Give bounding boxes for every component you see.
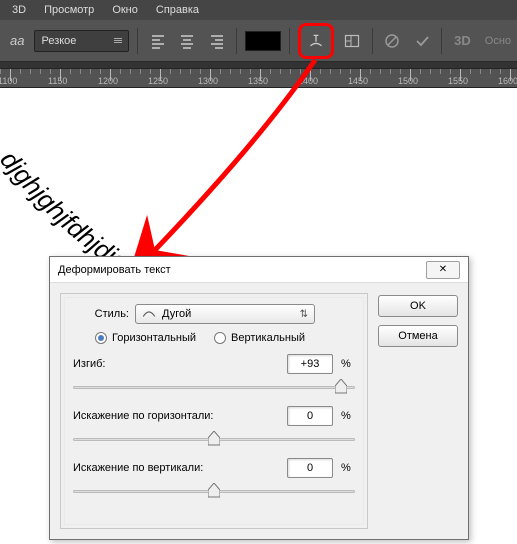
separator: [289, 28, 290, 54]
separator: [441, 28, 442, 54]
separator: [372, 28, 373, 54]
hdist-slider[interactable]: [73, 432, 355, 446]
panels-toggle-button[interactable]: [340, 28, 363, 54]
align-left-button[interactable]: [146, 28, 169, 54]
arc-style-icon: [142, 309, 156, 319]
align-right-button[interactable]: [205, 28, 228, 54]
vdist-label: Искажение по вертикали:: [73, 462, 279, 474]
menu-bar: 3D Просмотр Окно Справка: [0, 0, 517, 20]
hdist-label: Искажение по горизонтали:: [73, 410, 279, 422]
horizontal-ruler[interactable]: 1050110011501200125013001350140014501500…: [0, 68, 517, 88]
orientation-vertical-label: Вертикальный: [231, 332, 305, 344]
style-dropdown[interactable]: Дугой ⇅: [135, 304, 315, 324]
antialias-icon: aа: [6, 33, 28, 48]
close-icon: ✕: [439, 264, 447, 275]
cancel-dialog-button[interactable]: Отмена: [378, 325, 458, 347]
radio-icon: [214, 332, 226, 344]
options-extra: Осно: [481, 35, 511, 47]
dialog-options-panel: Стиль: Дугой ⇅ Горизонтальный Вертикальн…: [60, 293, 368, 529]
warp-text-highlight: [298, 23, 334, 59]
dialog-close-button[interactable]: ✕: [426, 261, 460, 279]
chevron-updown-icon: ⇅: [300, 309, 308, 320]
percent-label: %: [341, 462, 355, 474]
orientation-vertical-radio[interactable]: Вертикальный: [214, 332, 305, 344]
bend-label: Изгиб:: [73, 358, 279, 370]
text-color-swatch[interactable]: [245, 31, 281, 51]
menu-view[interactable]: Просмотр: [44, 4, 94, 16]
warp-text-button[interactable]: [303, 28, 329, 54]
percent-label: %: [341, 410, 355, 422]
slider-thumb[interactable]: [209, 484, 219, 498]
separator: [236, 28, 237, 54]
threeD-button[interactable]: 3D: [450, 33, 475, 48]
ok-button[interactable]: OK: [378, 295, 458, 317]
bend-input[interactable]: +93: [287, 354, 333, 374]
style-label: Стиль:: [73, 308, 129, 320]
orientation-horizontal-label: Горизонтальный: [112, 332, 196, 344]
orientation-horizontal-radio[interactable]: Горизонтальный: [95, 332, 196, 344]
dialog-titlebar[interactable]: Деформировать текст ✕: [50, 257, 468, 283]
separator: [137, 28, 138, 54]
slider-thumb[interactable]: [209, 432, 219, 446]
percent-label: %: [341, 358, 355, 370]
menu-3d[interactable]: 3D: [12, 4, 26, 16]
slider-thumb[interactable]: [336, 380, 346, 394]
cancel-button[interactable]: [381, 28, 404, 54]
align-center-button[interactable]: [176, 28, 199, 54]
bend-slider[interactable]: [73, 380, 355, 394]
radio-icon: [95, 332, 107, 344]
vdist-input[interactable]: 0: [287, 458, 333, 478]
dropdown-lines-icon: [114, 38, 122, 43]
options-bar: aа Резкое 3D Осно: [0, 20, 517, 62]
style-value: Дугой: [162, 308, 191, 320]
antialias-dropdown[interactable]: Резкое: [34, 30, 129, 52]
vdist-slider[interactable]: [73, 484, 355, 498]
menu-window[interactable]: Окно: [112, 4, 138, 16]
menu-help[interactable]: Справка: [156, 4, 199, 16]
warp-text-dialog: Деформировать текст ✕ Стиль: Дугой ⇅ Гор…: [49, 256, 469, 540]
commit-button[interactable]: [410, 28, 433, 54]
antialias-value: Резкое: [41, 35, 76, 47]
dialog-title: Деформировать текст: [58, 264, 171, 276]
hdist-input[interactable]: 0: [287, 406, 333, 426]
